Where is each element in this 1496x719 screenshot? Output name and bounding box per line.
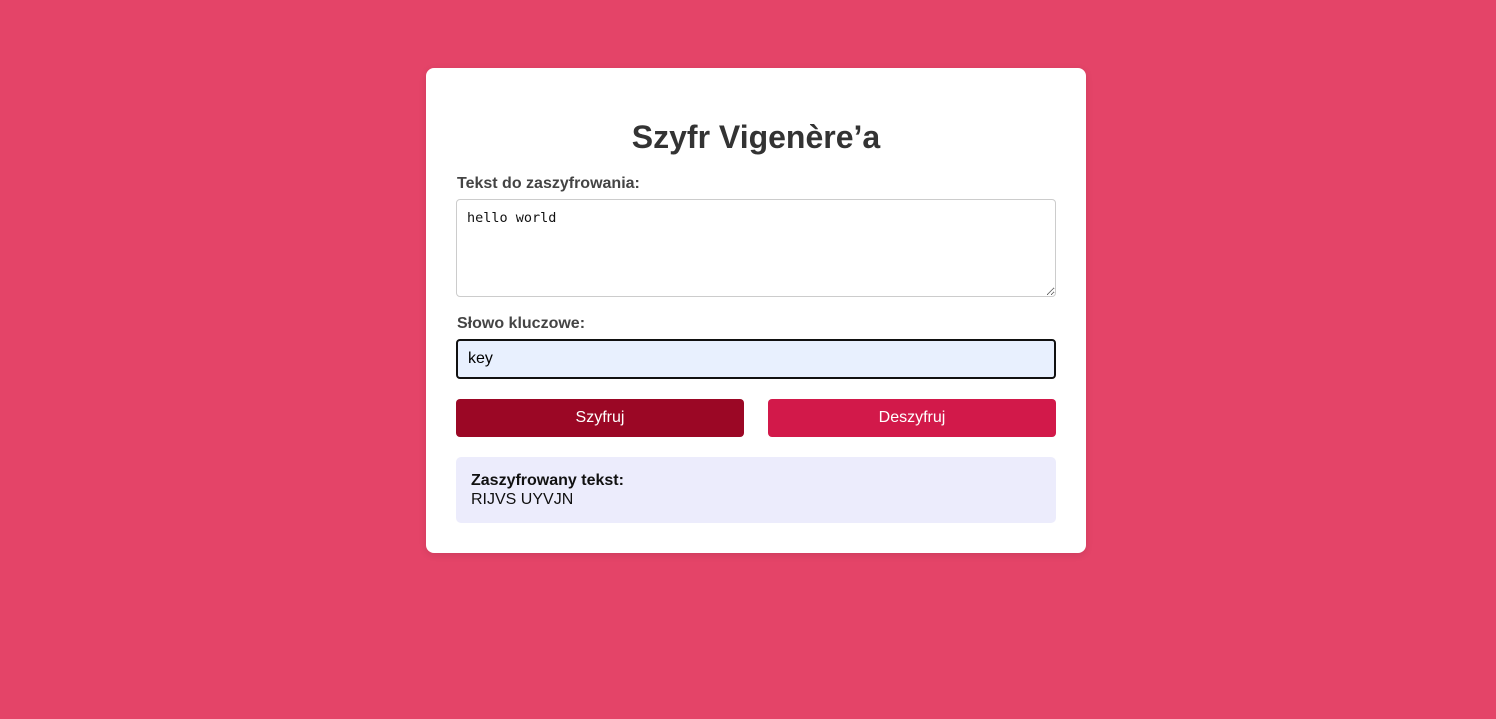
keyword-field-label: Słowo kluczowe: (457, 315, 586, 332)
cipher-card: Szyfr Vigenère’a Tekst do zaszyfrowania:… (426, 68, 1086, 553)
result-box: Zaszyfrowany tekst: RIJVS UYVJN (456, 457, 1056, 523)
keyword-input[interactable] (456, 339, 1056, 379)
page-title: Szyfr Vigenère’a (631, 119, 881, 155)
result-value: RIJVS UYVJN (471, 491, 574, 508)
encrypt-button[interactable]: Szyfruj (456, 399, 744, 437)
plaintext-textarea[interactable]: hello world (456, 199, 1056, 297)
decrypt-button[interactable]: Deszyfruj (768, 399, 1056, 437)
result-label: Zaszyfrowany tekst: (471, 472, 624, 489)
text-field-label: Tekst do zaszyfrowania: (457, 175, 640, 192)
